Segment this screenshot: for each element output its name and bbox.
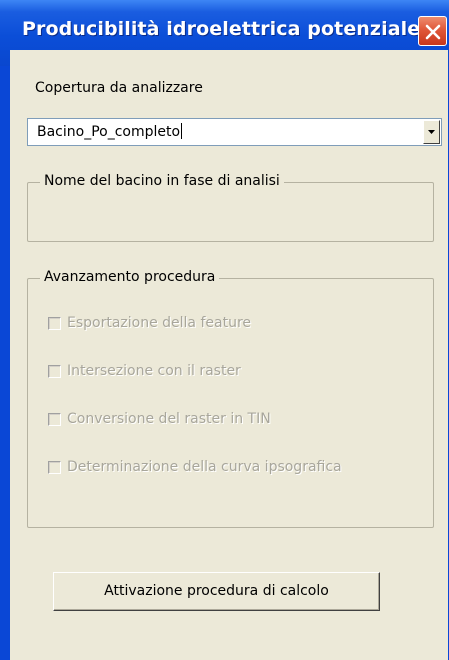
close-icon bbox=[425, 24, 441, 40]
close-button[interactable] bbox=[418, 16, 447, 46]
coverage-label: Copertura da analizzare bbox=[35, 80, 203, 96]
step-raster-intersection-label: Intersezione con il raster bbox=[67, 363, 241, 379]
step-export-feature-label: Esportazione della feature bbox=[67, 315, 252, 331]
coverage-combobox[interactable]: Bacino_Po_completo bbox=[27, 118, 442, 146]
coverage-combobox-value[interactable]: Bacino_Po_completo bbox=[37, 123, 183, 140]
chevron-down-icon bbox=[428, 130, 435, 134]
run-calculation-button[interactable]: Attivazione procedura di calcolo bbox=[53, 572, 380, 611]
coverage-selected-value: Bacino_Po_completo bbox=[37, 124, 181, 140]
window-title: Producibilità idroelettrica potenziale bbox=[22, 18, 421, 40]
dialog-client-area: Copertura da analizzare Bacino_Po_comple… bbox=[10, 50, 448, 660]
basin-name-group: Nome del bacino in fase di analisi bbox=[27, 173, 434, 242]
coverage-dropdown-button[interactable] bbox=[423, 120, 440, 144]
basin-name-legend: Nome del bacino in fase di analisi bbox=[40, 173, 284, 189]
step-raster-intersection-checkbox[interactable] bbox=[48, 365, 61, 378]
step-hypsographic-curve-checkbox[interactable] bbox=[48, 461, 61, 474]
progress-legend: Avanzamento procedura bbox=[40, 269, 220, 285]
text-caret bbox=[181, 123, 183, 139]
step-raster-to-tin-label: Conversione del raster in TIN bbox=[67, 411, 271, 427]
dialog-window: Producibilità idroelettrica potenziale C… bbox=[0, 0, 449, 660]
step-raster-to-tin-checkbox[interactable] bbox=[48, 413, 61, 426]
step-hypsographic-curve-label: Determinazione della curva ipsografica bbox=[67, 459, 342, 475]
step-export-feature-checkbox[interactable] bbox=[48, 317, 61, 330]
